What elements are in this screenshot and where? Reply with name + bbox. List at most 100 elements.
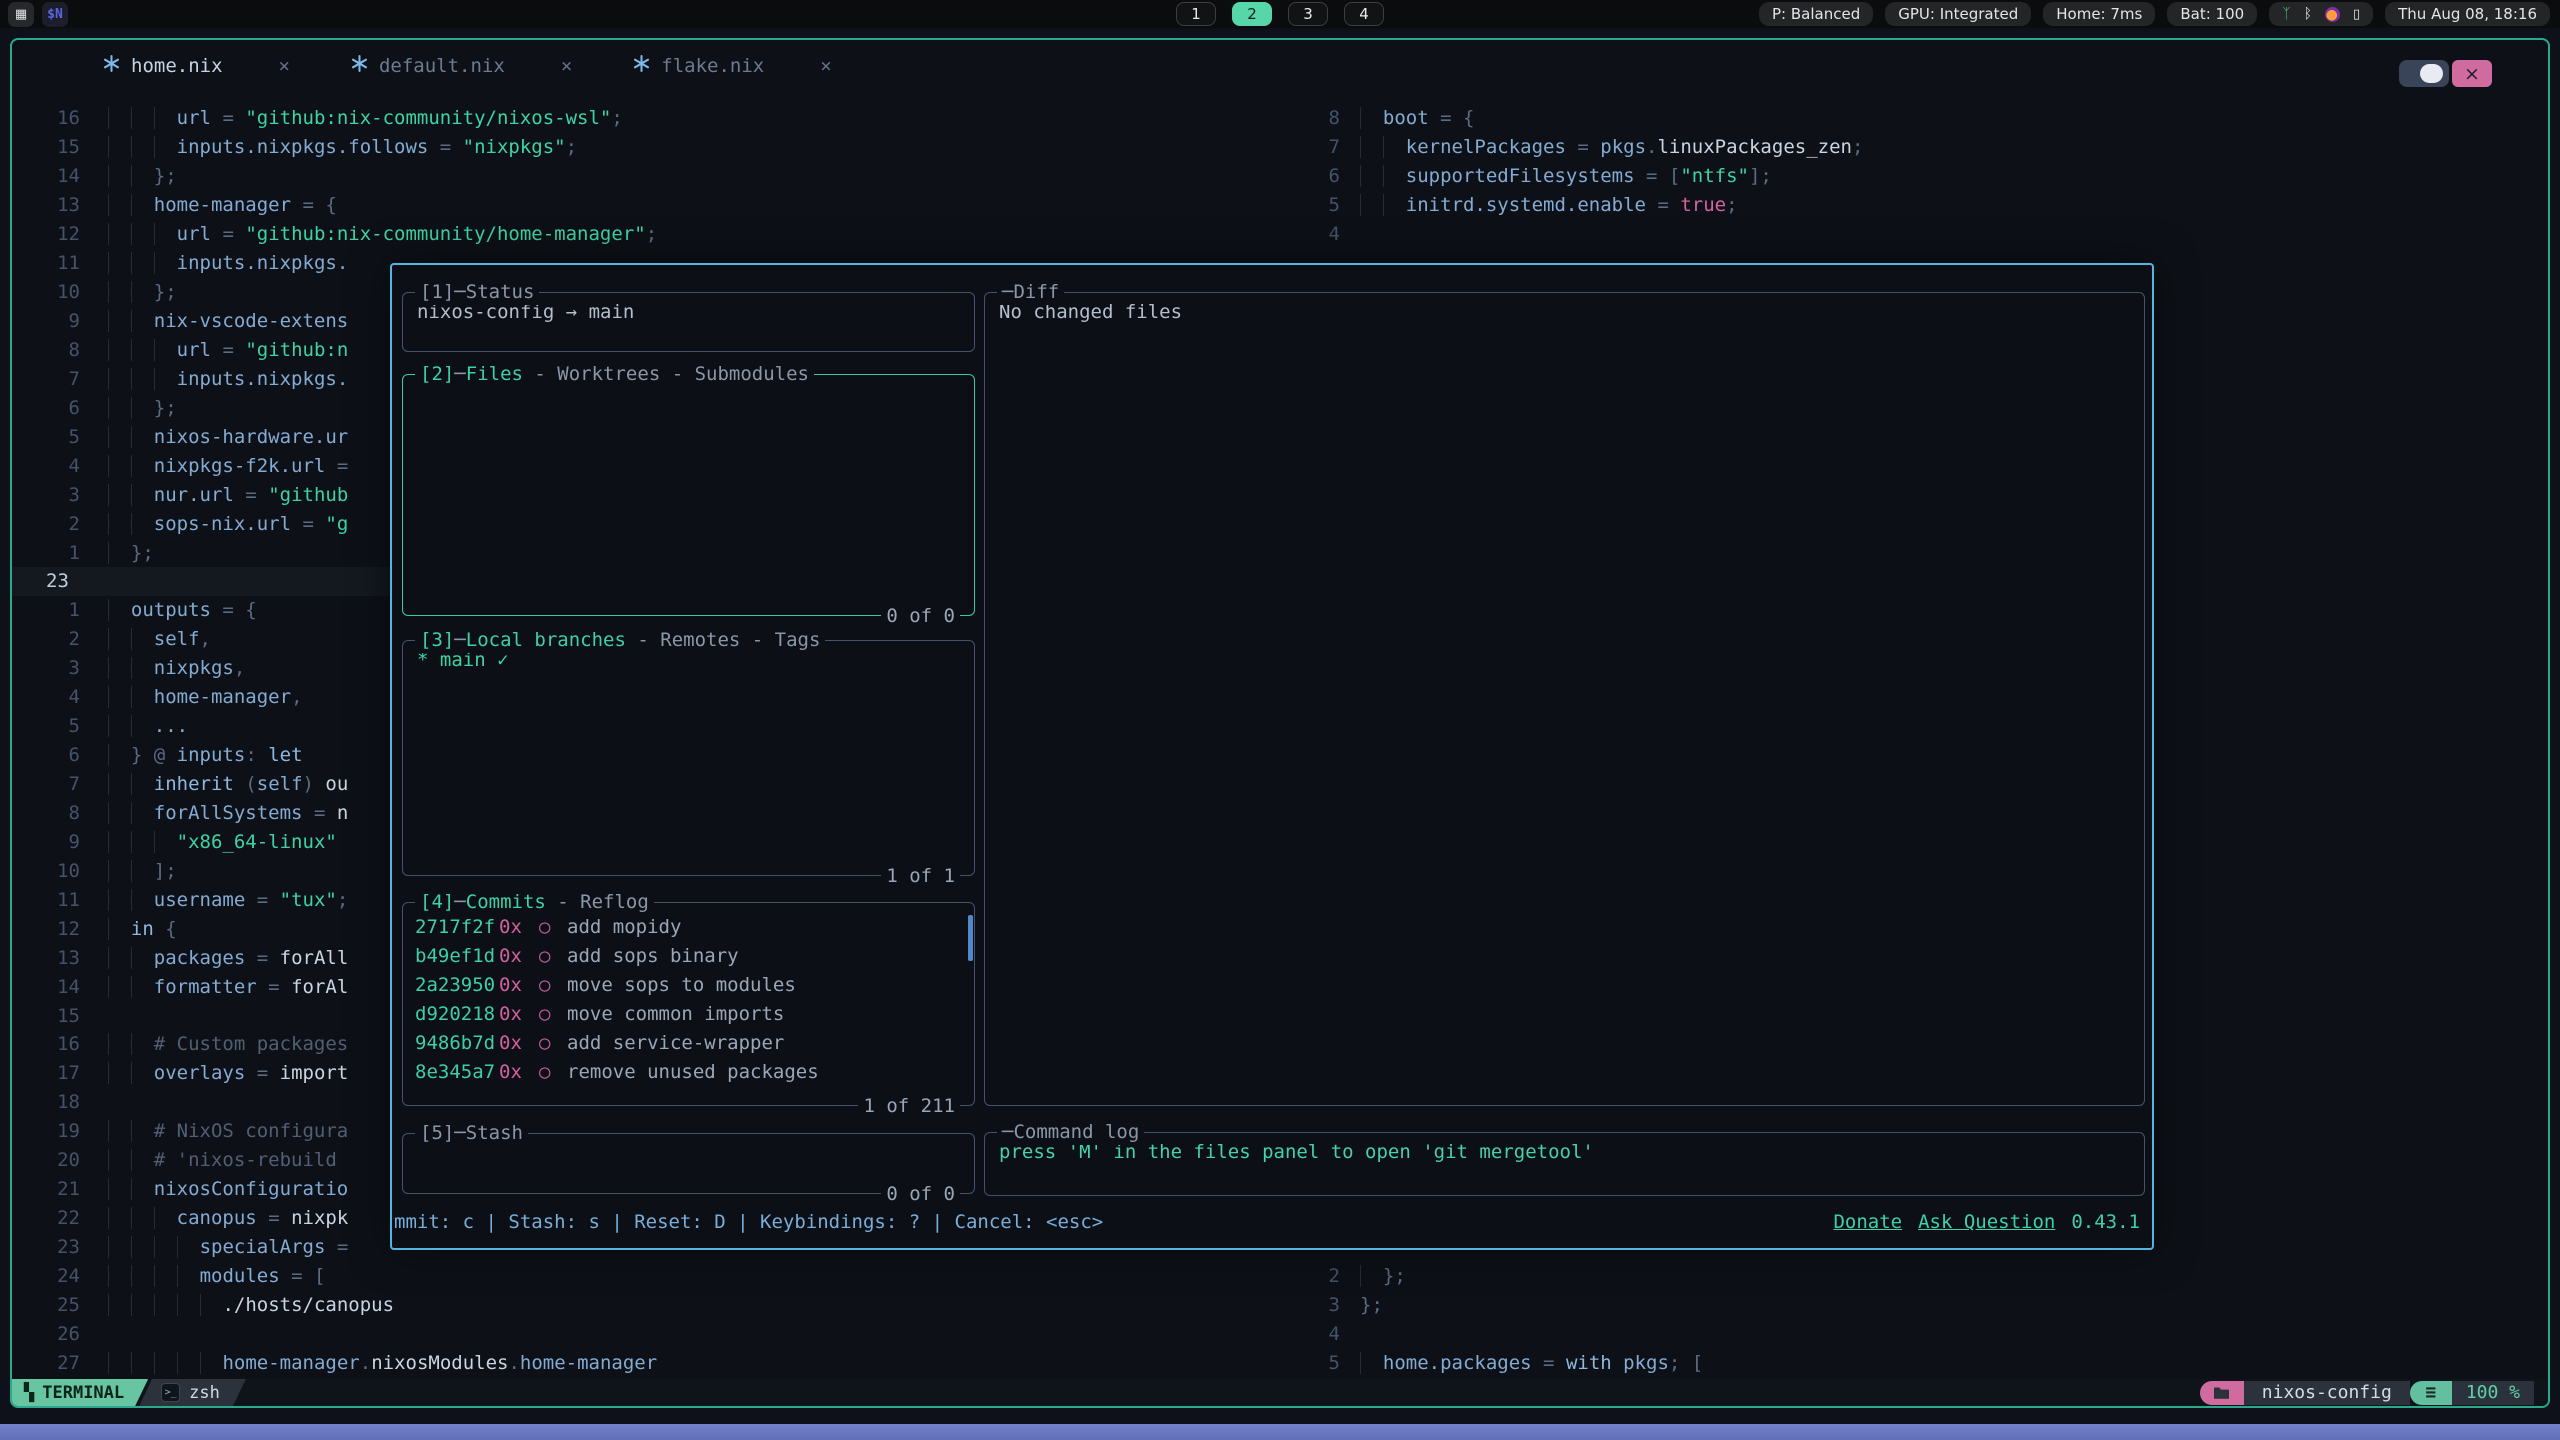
line-number: 6 [12,397,80,419]
line-number: 16 [12,107,80,129]
lazygit-commits-panel[interactable]: [4]─Commits - Reflog 2717f2f0x○add mopid… [402,902,975,1106]
window-close-button[interactable]: × [2452,60,2492,87]
line-number: 2 [12,513,80,535]
clock: Thu Aug 08, 18:16 [2385,2,2550,26]
command-log-message: press 'M' in the files panel to open 'gi… [985,1133,2144,1163]
tab-label: flake.nix [661,55,764,77]
editor-pane-right-bottom[interactable]: 2};3};45home.packages = with pkgs; [ [1292,1262,2548,1378]
tab-close-icon[interactable]: × [820,55,831,77]
files-count: 0 of 0 [881,604,960,628]
line-number: 4 [1292,1323,1340,1345]
line-number: 5 [12,426,80,448]
commits-count: 1 of 211 [858,1094,960,1118]
commit-row[interactable]: b49ef1d0x○add sops binary [403,942,974,971]
list-icon: ≡ [2410,1381,2452,1405]
donate-link[interactable]: Donate [1833,1211,1902,1233]
commits-scrollbar[interactable] [968,915,973,961]
line-number: 7 [1292,136,1340,158]
branches-count: 1 of 1 [881,864,960,888]
tab-default.nix[interactable]: default.nix× [320,54,602,78]
line-number: 3 [12,484,80,506]
phone-icon[interactable]: ▯ [2353,8,2360,21]
terminal-window: home.nix×default.nix×flake.nix× × 16url … [10,38,2550,1408]
lazygit-branches-panel[interactable]: [3]─Local branches - Remotes - Tags * ma… [402,640,975,876]
line-number: 26 [12,1323,80,1345]
line-number: 1 [12,599,80,621]
commit-row[interactable]: 8e345a70x○remove unused packages [403,1058,974,1087]
code-line: 3}; [1292,1291,2548,1320]
line-number: 16 [12,1033,80,1055]
line-number: 23 [12,1236,80,1258]
code-line: 7kernelPackages = pkgs.linuxPackages_zen… [1292,133,2548,162]
line-number: 5 [1292,194,1340,216]
lazygit-files-panel[interactable]: [2]─Files - Worktrees - Submodules 0 of … [402,374,975,616]
code-line: 12url = "github:nix-community/home-manag… [12,220,1282,249]
code-line: 8boot = { [1292,104,2548,133]
terminal-prompt-icon: >_ [161,1383,180,1402]
line-number: 8 [1292,107,1340,129]
editor-tab-bar: home.nix×default.nix× flake.nix × × [12,40,2548,92]
zellij-status-bar: ▚ TERMINAL >_ zsh nixos-config ≡ 100 % [12,1379,2548,1406]
line-number: 15 [12,136,80,158]
line-number: 10 [12,281,80,303]
line-number: 7 [12,773,80,795]
code-line: 25./hosts/canopus [12,1290,1282,1319]
lazygit-floating-pane: [1]─Status nixos-config → main [2]─Files… [390,263,2154,1250]
line-number: 2 [12,628,80,650]
tab-close-icon[interactable]: × [279,55,290,77]
lazygit-command-log-panel[interactable]: ─Command log press 'M' in the files pane… [984,1132,2145,1196]
nix-snowflake-icon [350,54,369,78]
line-number: 12 [12,223,80,245]
line-number: 22 [12,1207,80,1229]
line-number: 5 [12,715,80,737]
line-number: 3 [12,657,80,679]
tab-home.nix[interactable]: home.nix× [72,54,320,78]
workspace-button-3[interactable]: 3 [1288,2,1328,26]
shell-label: zsh [189,1383,220,1403]
line-number: 15 [12,1005,80,1027]
status-pill-latency: Home: 7ms [2043,2,2155,26]
status-pill-power: P: Balanced [1759,2,1873,26]
commit-row[interactable]: 2717f2f0x○add mopidy [403,913,974,942]
commit-row[interactable]: d9202180x○move common imports [403,1000,974,1029]
workspace-button-4[interactable]: 4 [1344,2,1384,26]
vpn-icon[interactable] [2325,7,2340,22]
line-number: 9 [12,310,80,332]
bluetooth-icon[interactable]: ᛒ [2304,7,2312,21]
code-line: 5initrd.systemd.enable = true; [1292,191,2548,220]
window-toggle-switch[interactable] [2399,60,2449,87]
lazygit-version: 0.43.1 [2071,1211,2140,1233]
line-number: 23 [12,570,80,592]
lazygit-diff-panel[interactable]: ─Diff No changed files [984,292,2145,1106]
line-number: 12 [12,918,80,940]
lazygit-status-panel[interactable]: [1]─Status nixos-config → main [402,292,975,352]
line-number: 10 [12,860,80,882]
line-number: 18 [12,1091,80,1113]
status-pill-battery: Bat: 100 [2167,2,2257,26]
line-number: 6 [1292,165,1340,187]
line-number: 8 [12,802,80,824]
diff-message: No changed files [985,293,2144,323]
line-number: 8 [12,339,80,361]
network-icon[interactable]: ᛉ [2282,7,2290,21]
toggle-knob [2420,64,2443,83]
workspace-button-2[interactable]: 2 [1232,2,1272,26]
lazygit-stash-panel[interactable]: [5]─Stash 0 of 0 [402,1133,975,1194]
editor-pane-right-top[interactable]: 8boot = {7kernelPackages = pkgs.linuxPac… [1292,104,2548,249]
tab-flake.nix[interactable]: flake.nix × [602,54,861,78]
commit-row[interactable]: 2a239500x○move sops to modules [403,971,974,1000]
line-number: 3 [1292,1294,1340,1316]
line-number: 20 [12,1149,80,1171]
workspace-button-1[interactable]: 1 [1176,2,1216,26]
tab-close-icon[interactable]: × [561,55,572,77]
desktop: ▦$N 1234 P: BalancedGPU: IntegratedHome:… [0,0,2560,1440]
keybindings-text: mmit: c | Stash: s | Reset: D | Keybindi… [394,1211,1103,1233]
line-number: 4 [12,455,80,477]
nix-snowflake-icon [102,54,121,78]
stash-count: 0 of 0 [881,1182,960,1206]
shell-tab[interactable]: >_ zsh [139,1379,246,1406]
ask-question-link[interactable]: Ask Question [1918,1211,2055,1233]
commit-row[interactable]: 9486b7d0x○add service-wrapper [403,1029,974,1058]
line-number: 7 [12,368,80,390]
nix-snowflake-icon [632,54,651,78]
